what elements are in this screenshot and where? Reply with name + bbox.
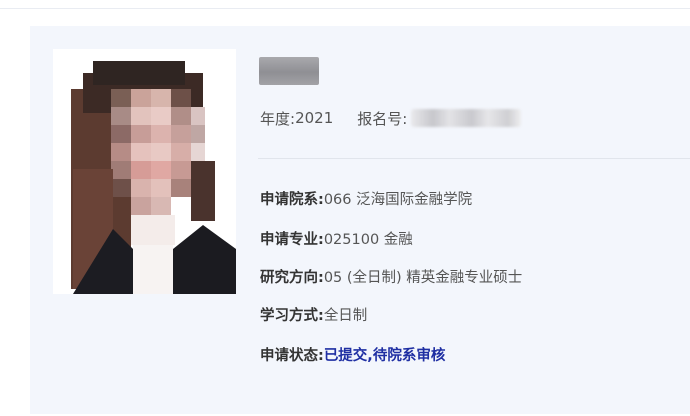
registration-number-redacted <box>411 109 522 127</box>
department-label: 申请院系: <box>260 191 324 208</box>
study-mode-label: 学习方式: <box>260 307 324 324</box>
field-application-status: 申请状态: 已提交,待院系审核 <box>260 342 445 366</box>
study-mode-value: 全日制 <box>323 307 368 324</box>
meta-row: 年度: 2021 报名号: <box>260 106 522 130</box>
applicant-name-redacted <box>259 57 319 85</box>
field-major: 申请专业: 025100 金融 <box>260 226 413 250</box>
applicant-photo <box>53 49 236 294</box>
section-divider <box>258 158 690 159</box>
field-department: 申请院系: 066 泛海国际金融学院 <box>260 186 472 210</box>
field-study-mode: 学习方式: 全日制 <box>260 302 367 326</box>
major-value: 025100 金融 <box>323 231 413 248</box>
major-label: 申请专业: <box>260 231 324 248</box>
application-status-value: 已提交,待院系审核 <box>323 347 446 364</box>
research-direction-value: 05 (全日制) 精英金融专业硕士 <box>323 269 523 286</box>
application-status-label: 申请状态: <box>260 347 324 364</box>
research-direction-label: 研究方向: <box>260 269 324 286</box>
year-label: 年度: <box>260 109 296 128</box>
registration-number-label: 报名号: <box>357 109 408 128</box>
year-value: 2021 <box>295 109 334 127</box>
field-research-direction: 研究方向: 05 (全日制) 精英金融专业硕士 <box>260 264 522 288</box>
top-divider <box>0 8 690 9</box>
department-value: 066 泛海国际金融学院 <box>323 191 473 208</box>
